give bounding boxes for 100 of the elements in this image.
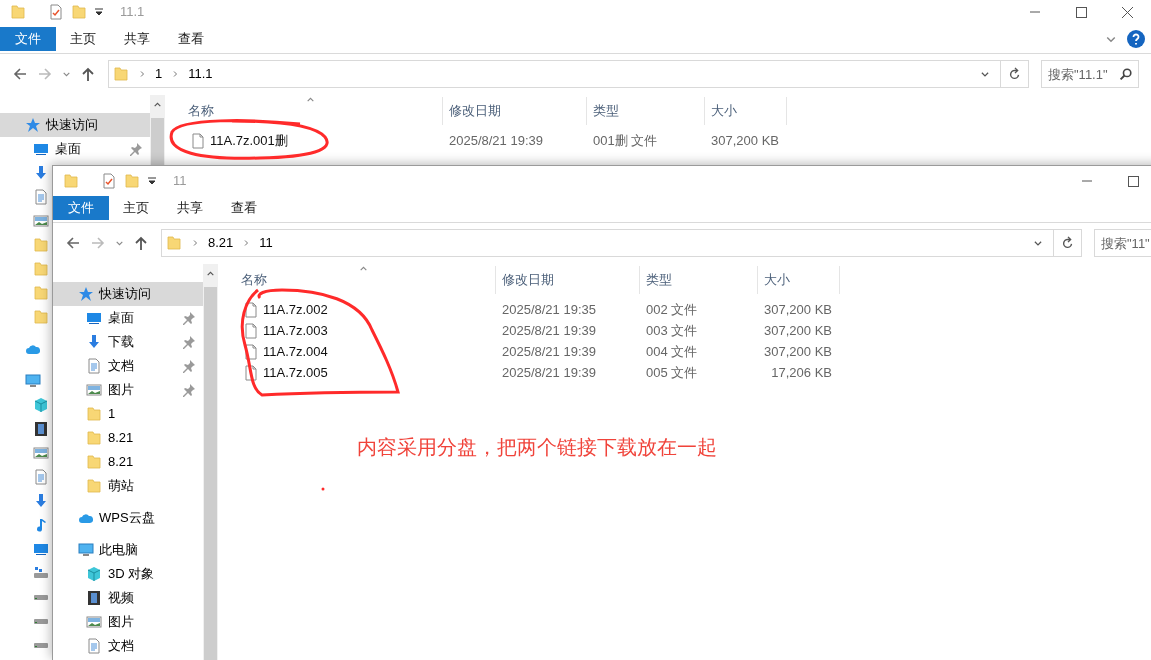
forward-arrow-icon[interactable] bbox=[90, 235, 106, 251]
breadcrumb-item[interactable]: 1 bbox=[155, 64, 163, 84]
folder-icon bbox=[86, 454, 102, 470]
size-cell-text: 307,200 KB bbox=[763, 321, 833, 340]
sidebar-item[interactable]: 快速访问 bbox=[0, 113, 150, 137]
customize-dropdown-icon[interactable] bbox=[147, 176, 157, 186]
annotation-dot bbox=[321, 487, 325, 491]
sidebar-item[interactable]: 萌站 bbox=[53, 474, 203, 498]
document-icon bbox=[86, 638, 102, 654]
customize-dropdown-icon[interactable] bbox=[94, 7, 104, 17]
search-field[interactable]: 搜索"11.1" bbox=[1041, 60, 1139, 88]
date-cell-text: 2025/8/21 19:39 bbox=[501, 321, 597, 340]
forward-arrow-icon[interactable] bbox=[37, 66, 53, 82]
download-icon bbox=[33, 165, 49, 181]
address-bar[interactable]: 1 11.1 bbox=[108, 60, 1001, 88]
file-name[interactable]: 11A.7z.004 bbox=[226, 341, 496, 362]
maximize-icon bbox=[1127, 175, 1139, 187]
column-header[interactable]: 大小 bbox=[758, 266, 840, 294]
type-cell-text: 003 文件 bbox=[645, 321, 699, 340]
refresh-button[interactable] bbox=[1054, 229, 1082, 257]
column-header[interactable]: 大小 bbox=[705, 97, 787, 125]
refresh-icon bbox=[1007, 67, 1022, 81]
pin-icon bbox=[181, 334, 197, 350]
help-icon[interactable] bbox=[1127, 30, 1145, 48]
date-cell-text: 2025/8/21 19:39 bbox=[448, 131, 544, 150]
file-icon bbox=[243, 322, 259, 339]
sidebar-item[interactable]: 桌面 bbox=[53, 306, 203, 330]
ribbon-tab[interactable]: 主页 bbox=[109, 196, 163, 220]
column-header[interactable]: 类型 bbox=[587, 97, 705, 125]
sidebar-item[interactable]: 下载 bbox=[53, 330, 203, 354]
back-arrow-icon[interactable] bbox=[12, 66, 28, 82]
sidebar-item[interactable]: 文档 bbox=[53, 354, 203, 378]
file-icon bbox=[243, 343, 259, 360]
file-name[interactable]: 11A.7z.001删 bbox=[173, 130, 443, 151]
sidebar-item[interactable]: 此电脑 bbox=[53, 538, 203, 562]
date-cell-text: 2025/8/21 19:35 bbox=[501, 300, 597, 319]
file-name[interactable]: 11A.7z.005 bbox=[226, 362, 496, 383]
up-arrow-icon[interactable] bbox=[80, 66, 96, 82]
ribbon-tab[interactable]: 主页 bbox=[56, 27, 110, 51]
folder-icon bbox=[33, 237, 49, 253]
folder-icon bbox=[33, 309, 49, 325]
sidebar-item[interactable]: 8.21 bbox=[53, 426, 203, 450]
annotation-text: 内容采用分盘，把两个链接下载放在一起 bbox=[357, 435, 717, 460]
sidebar-item[interactable]: WPS云盘 bbox=[53, 506, 203, 530]
drive-icon bbox=[33, 594, 49, 600]
drive-icon bbox=[33, 642, 49, 648]
scrollbar-thumb[interactable] bbox=[204, 287, 217, 660]
ribbon-tab[interactable]: 共享 bbox=[110, 27, 164, 51]
ribbon-tab[interactable]: 文件 bbox=[53, 196, 109, 220]
download-icon bbox=[33, 493, 49, 509]
ribbon-tab[interactable]: 文件 bbox=[0, 27, 56, 51]
column-header[interactable]: 修改日期 bbox=[496, 266, 640, 294]
file-name[interactable]: 11A.7z.003 bbox=[226, 320, 496, 341]
minimize-icon bbox=[1030, 11, 1040, 13]
document-icon bbox=[33, 469, 49, 485]
date-cell-text: 2025/8/21 19:39 bbox=[501, 342, 597, 361]
back-arrow-icon[interactable] bbox=[65, 235, 81, 251]
type-cell-text: 005 文件 bbox=[645, 363, 699, 382]
breadcrumb-item[interactable]: 11 bbox=[259, 233, 273, 253]
file-name[interactable]: 11A.7z.002 bbox=[226, 299, 496, 320]
refresh-button[interactable] bbox=[1001, 60, 1029, 88]
pin-icon bbox=[181, 382, 197, 398]
column-header[interactable]: 修改日期 bbox=[443, 97, 587, 125]
folder-icon bbox=[86, 478, 102, 494]
type-cell-text: 004 文件 bbox=[645, 342, 699, 361]
up-arrow-icon[interactable] bbox=[133, 235, 149, 251]
folder-icon bbox=[113, 66, 129, 82]
sidebar-item[interactable]: 3D 对象 bbox=[53, 562, 203, 586]
sidebar-item[interactable]: 8.21 bbox=[53, 450, 203, 474]
sidebar-item[interactable]: 图片 bbox=[53, 610, 203, 634]
document-icon bbox=[86, 358, 102, 374]
ribbon-tab[interactable]: 共享 bbox=[163, 196, 217, 220]
search-field[interactable]: 搜索"11" bbox=[1094, 229, 1151, 257]
chevron-icon bbox=[171, 68, 180, 80]
picture-icon bbox=[86, 614, 102, 630]
sidebar-item[interactable]: 图片 bbox=[53, 378, 203, 402]
breadcrumb-item[interactable]: 11.1 bbox=[188, 64, 213, 84]
sidebar-item[interactable]: 快速访问 bbox=[53, 282, 203, 306]
size-cell-text: 17,206 KB bbox=[770, 363, 833, 382]
drive-net-icon bbox=[33, 565, 49, 581]
pc-icon bbox=[25, 373, 41, 389]
new-folder-icon bbox=[124, 173, 140, 189]
ribbon-tab[interactable]: 查看 bbox=[164, 27, 218, 51]
sidebar-item[interactable]: 1 bbox=[53, 402, 203, 426]
sidebar-item[interactable]: 桌面 bbox=[0, 137, 150, 161]
properties-icon bbox=[101, 173, 117, 189]
column-header[interactable]: 名称 bbox=[226, 266, 496, 294]
column-header[interactable]: 类型 bbox=[640, 266, 758, 294]
folder-icon bbox=[166, 235, 182, 251]
cube-icon bbox=[86, 566, 102, 582]
sidebar-item[interactable]: 视频 bbox=[53, 586, 203, 610]
chevron-icon bbox=[242, 237, 251, 249]
picture-icon bbox=[33, 445, 49, 461]
file-icon bbox=[243, 301, 259, 318]
breadcrumb-item[interactable]: 8.21 bbox=[208, 233, 234, 253]
sidebar-item[interactable]: 文档 bbox=[53, 634, 203, 658]
address-bar[interactable]: 8.21 11 bbox=[161, 229, 1054, 257]
ribbon-tab[interactable]: 查看 bbox=[217, 196, 271, 220]
column-header[interactable]: 名称 bbox=[173, 97, 443, 125]
scrollbar[interactable] bbox=[203, 264, 218, 660]
